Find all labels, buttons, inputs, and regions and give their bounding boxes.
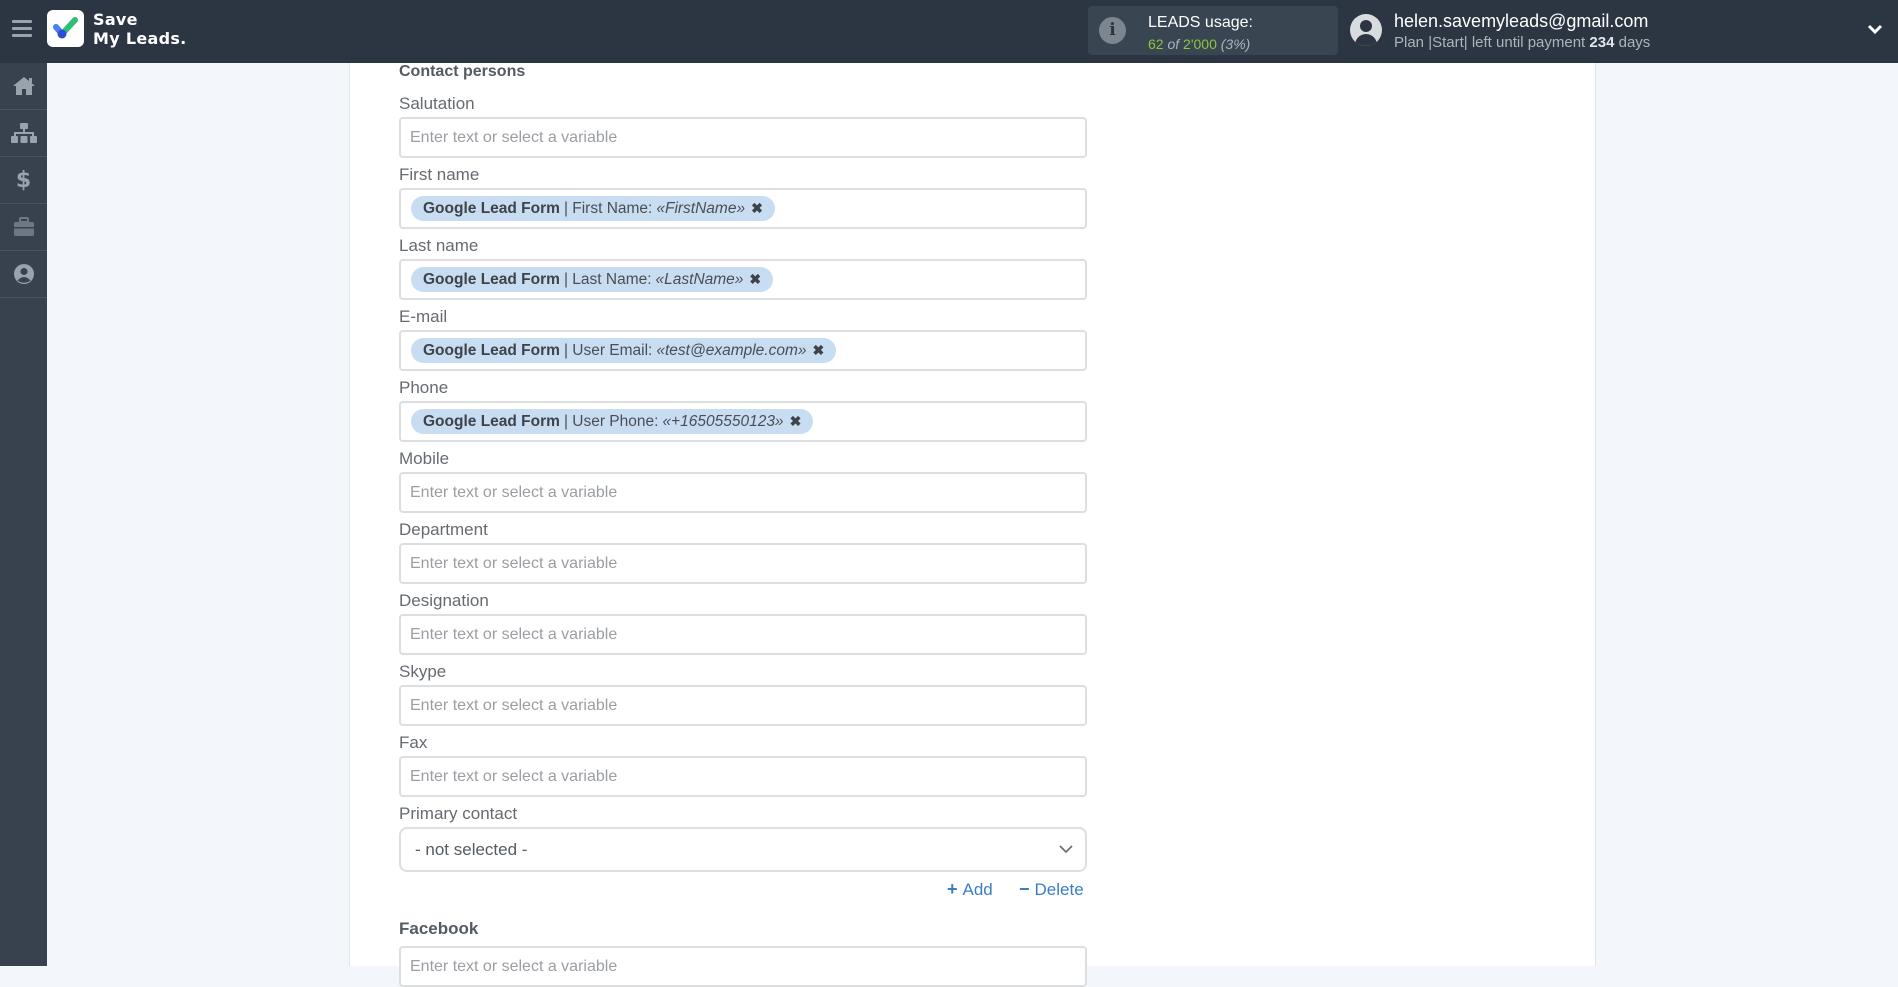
- brand-line-2: My Leads.: [93, 29, 187, 48]
- form-panel: Contact persons Salutation Enter text or …: [349, 63, 1596, 987]
- sitemap-icon: [10, 123, 37, 143]
- top-bar: Save My Leads. i LEADS usage: 62 of 2'00…: [0, 0, 1898, 63]
- delete-button[interactable]: − Delete: [1019, 879, 1084, 900]
- minus-icon: −: [1019, 879, 1030, 899]
- usage-of: of: [1167, 36, 1180, 52]
- tag-source: Google Lead Form: [423, 200, 560, 217]
- tag-sample: «LastName»: [655, 271, 744, 288]
- remove-tag-icon[interactable]: ✖: [749, 267, 761, 292]
- field-label: Fax: [399, 733, 428, 752]
- tag-source: Google Lead Form: [423, 342, 560, 359]
- add-button[interactable]: + Add: [947, 879, 993, 900]
- nav-account[interactable]: [0, 251, 47, 298]
- usage-title: LEADS usage:: [1148, 14, 1253, 31]
- field-label: Phone: [399, 378, 449, 397]
- tag-sample: «FirstName»: [656, 200, 746, 217]
- remove-tag-icon[interactable]: ✖: [751, 196, 763, 221]
- days-left: 234: [1589, 34, 1615, 51]
- field-label: Designation: [399, 591, 489, 610]
- add-label: Add: [962, 879, 993, 899]
- side-nav: $: [0, 63, 47, 966]
- nav-tools[interactable]: [0, 204, 47, 251]
- nav-billing[interactable]: $: [0, 157, 47, 204]
- input-placeholder: Enter text or select a variable: [410, 484, 618, 501]
- field-label: Department: [399, 520, 488, 539]
- user-avatar-icon[interactable]: [1350, 14, 1382, 46]
- leads-usage-panel: i LEADS usage: 62 of 2'000 (3%): [1088, 6, 1338, 55]
- field-input-designation[interactable]: Enter text or select a variable: [399, 614, 1087, 655]
- briefcase-icon: [13, 217, 34, 236]
- section-title-contact-persons: Contact persons: [399, 63, 526, 80]
- field-input-salutation[interactable]: Enter text or select a variable: [399, 117, 1087, 158]
- variable-tag[interactable]: Google Lead Form | User Email: «test@examp…: [411, 338, 837, 363]
- field-input-phone[interactable]: Google Lead Form | User Phone: «+165055501…: [399, 401, 1087, 442]
- tag-field: | Last Name:: [563, 271, 652, 288]
- user-circle-icon: [13, 264, 34, 284]
- app-logo[interactable]: [47, 10, 84, 47]
- field-input-first-name[interactable]: Google Lead Form | First Name: «FirstName»…: [399, 188, 1087, 229]
- menu-toggle-icon[interactable]: [12, 20, 32, 40]
- input-placeholder: Enter text or select a variable: [410, 626, 618, 643]
- field-input-e-mail[interactable]: Google Lead Form | User Email: «test@examp…: [399, 330, 1087, 371]
- nav-connections[interactable]: [0, 110, 47, 157]
- usage-total: 2'000: [1183, 36, 1217, 52]
- field-label: Mobile: [399, 449, 450, 468]
- user-email[interactable]: helen.savemyleads@gmail.com: [1394, 11, 1648, 32]
- field-label: Salutation: [399, 94, 475, 113]
- nav-home[interactable]: [0, 63, 47, 110]
- home-icon: [12, 77, 35, 95]
- usage-used: 62: [1148, 36, 1164, 52]
- input-placeholder: Enter text or select a variable: [410, 768, 618, 785]
- field-input-fax[interactable]: Enter text or select a variable: [399, 756, 1087, 797]
- usage-value: 62 of 2'000 (3%): [1148, 36, 1250, 52]
- tag-source: Google Lead Form: [423, 271, 560, 288]
- select-value: - not selected -: [415, 840, 528, 859]
- plan-text: Plan |Start| left until payment: [1394, 34, 1586, 51]
- chevron-down-icon[interactable]: [1866, 22, 1884, 36]
- input-placeholder: Enter text or select a variable: [410, 555, 618, 572]
- input-placeholder: Enter text or select a variable: [410, 697, 618, 714]
- remove-tag-icon[interactable]: ✖: [790, 409, 802, 434]
- usage-percent: (3%): [1220, 36, 1251, 52]
- variable-tag[interactable]: Google Lead Form | Last Name: «LastName» ✖: [411, 267, 774, 292]
- field-input-facebook[interactable]: Enter text or select a variable: [399, 946, 1087, 987]
- input-placeholder: Enter text or select a variable: [410, 129, 618, 146]
- main-content: Contact persons Salutation Enter text or …: [47, 63, 1898, 987]
- tag-field: | First Name:: [563, 200, 653, 217]
- user-plan: Plan |Start| left until payment 234 days: [1394, 34, 1650, 51]
- field-input-last-name[interactable]: Google Lead Form | Last Name: «LastName» ✖: [399, 259, 1087, 300]
- tag-sample: «test@example.com»: [656, 342, 807, 359]
- plus-icon: +: [947, 879, 958, 899]
- tag-sample: «+16505550123»: [662, 413, 784, 430]
- variable-tag[interactable]: Google Lead Form | First Name: «FirstName»…: [411, 196, 775, 221]
- input-placeholder: Enter text or select a variable: [410, 958, 618, 975]
- field-label: Skype: [399, 662, 447, 681]
- variable-tag[interactable]: Google Lead Form | User Phone: «+165055501…: [411, 409, 814, 434]
- tag-field: | User Email:: [563, 342, 653, 359]
- brand-name: Save My Leads.: [93, 10, 187, 48]
- dollar-icon: $: [15, 167, 32, 193]
- remove-tag-icon[interactable]: ✖: [813, 338, 825, 363]
- chevron-down-icon: [1059, 845, 1073, 854]
- brand-line-1: Save: [93, 10, 138, 29]
- facebook-label: Facebook: [399, 919, 479, 938]
- field-label: E-mail: [399, 307, 448, 326]
- field-input-skype[interactable]: Enter text or select a variable: [399, 685, 1087, 726]
- info-icon: i: [1099, 17, 1126, 44]
- tag-source: Google Lead Form: [423, 413, 560, 430]
- tag-field: | User Phone:: [563, 413, 659, 430]
- field-label: Last name: [399, 236, 479, 255]
- primary-contact-select[interactable]: - not selected -: [399, 827, 1087, 872]
- field-input-department[interactable]: Enter text or select a variable: [399, 543, 1087, 584]
- checkmark-logo-icon: [53, 17, 78, 39]
- primary-contact-label: Primary contact: [399, 804, 518, 823]
- delete-label: Delete: [1034, 879, 1084, 899]
- field-input-mobile[interactable]: Enter text or select a variable: [399, 472, 1087, 513]
- field-label: First name: [399, 165, 480, 184]
- days-suffix: days: [1618, 34, 1651, 51]
